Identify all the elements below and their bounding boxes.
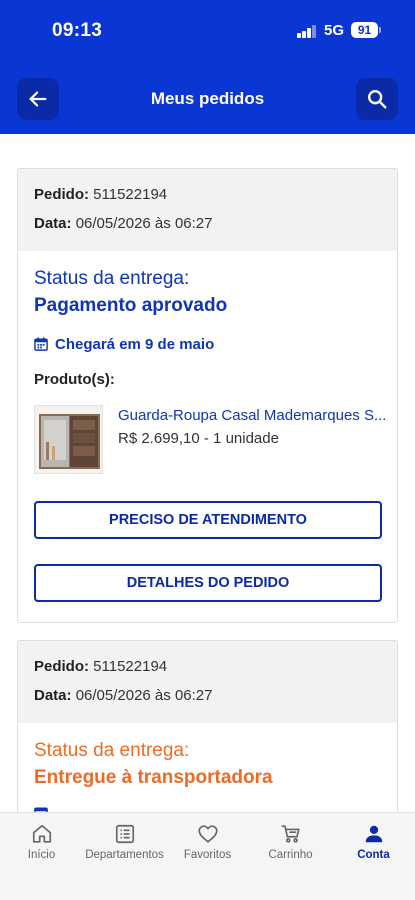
wardrobe-image (35, 406, 102, 473)
support-button[interactable]: PRECISO DE ATENDIMENTO (34, 501, 382, 539)
cart-icon (280, 825, 300, 843)
tab-departamentos[interactable]: Departamentos (83, 813, 166, 873)
order-date-label: Data: (34, 687, 72, 704)
page-title: Meus pedidos (150, 89, 265, 108)
app-header: 09:13 5G 91 Meus pedidos (0, 0, 415, 134)
tab-label: Carrinho (268, 849, 313, 861)
orders-list[interactable]: Pedido: 511522194 Data: 06/05/2026 às 06… (0, 134, 415, 812)
tab-favoritos[interactable]: Favoritos (166, 813, 249, 873)
delivery-eta-text: Chegará em 9 de maio (55, 335, 215, 353)
tab-carrinho[interactable]: Carrinho (249, 813, 332, 873)
tab-label: Início (27, 849, 56, 861)
tab-label: Departamentos (85, 849, 164, 861)
order-card-body: Status da entrega: Pagamento aprovado Ch… (18, 251, 397, 602)
list-icon (115, 824, 134, 844)
order-number-label: Pedido: (34, 186, 89, 203)
products-label: Produto(s): (34, 371, 115, 388)
delivery-status-value: Pagamento aprovado (34, 295, 228, 316)
order-date-row: Data: 06/05/2026 às 06:27 (34, 687, 381, 716)
delivery-status-label: Status da entrega: (34, 268, 190, 289)
search-icon (368, 90, 387, 109)
order-card-body: Status da entrega: Entregue à transporta… (18, 723, 397, 812)
order-date: 06/05/2026 às 06:27 (75, 215, 213, 232)
order-number: 511522194 (93, 186, 168, 203)
battery-icon: 91 (351, 22, 378, 38)
product-image[interactable] (34, 405, 103, 474)
delivery-status-value: Entregue à transportadora (34, 767, 273, 788)
calendar-icon (34, 337, 48, 351)
order-card-header: Pedido: 511522194 Data: 06/05/2026 às 06… (18, 169, 397, 251)
signal-icon (297, 25, 317, 38)
network-label: 5G (324, 22, 345, 39)
order-number: 511522194 (93, 658, 168, 675)
tab-conta[interactable]: Conta (332, 813, 415, 873)
product-price: R$ 2.699,10 - 1 unidade (118, 430, 279, 447)
delivery-eta: Chegará em 9 de maio (34, 334, 381, 354)
battery-tip (379, 27, 381, 33)
order-card-header: Pedido: 511522194 Data: 06/05/2026 às 06… (18, 641, 397, 723)
search-button[interactable] (356, 78, 398, 120)
tab-label: Favoritos (183, 849, 232, 861)
status-time: 09:13 (52, 20, 103, 41)
product-item[interactable]: Guarda-Roupa Casal Mademarques S... R$ 2… (34, 405, 386, 474)
heart-icon (197, 825, 218, 843)
order-date-row: Data: 06/05/2026 às 06:27 (34, 215, 381, 244)
tab-inicio[interactable]: Início (0, 813, 83, 873)
order-number-row: Pedido: 511522194 (34, 186, 381, 215)
product-name-link[interactable]: Guarda-Roupa Casal Mademarques S... (118, 407, 386, 424)
order-date: 06/05/2026 às 06:27 (75, 687, 213, 704)
order-card: Pedido: 511522194 Data: 06/05/2026 às 06… (17, 168, 398, 623)
product-info: Guarda-Roupa Casal Mademarques S... R$ 2… (118, 405, 386, 474)
bottom-tab-bar: Início Departamentos Favoritos Carrinho … (0, 812, 415, 900)
user-icon (365, 825, 382, 843)
order-number-row: Pedido: 511522194 (34, 658, 381, 687)
order-card: Pedido: 511522194 Data: 06/05/2026 às 06… (17, 640, 398, 812)
tab-label: Conta (357, 849, 390, 861)
delivery-status-label: Status da entrega: (34, 740, 190, 761)
status-bar: 09:13 5G 91 (0, 0, 415, 62)
order-number-label: Pedido: (34, 658, 89, 675)
home-icon (32, 824, 51, 843)
order-details-button[interactable]: DETALHES DO PEDIDO (34, 564, 382, 602)
order-date-label: Data: (34, 215, 72, 232)
